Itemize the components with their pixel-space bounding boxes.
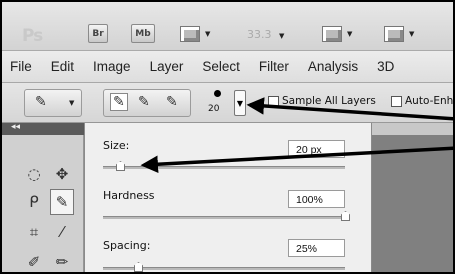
document-tab-strip xyxy=(372,123,453,135)
brush-tool-icon[interactable]: ✏ xyxy=(50,249,74,272)
size-field[interactable] xyxy=(288,140,345,158)
menu-3d[interactable]: 3D xyxy=(377,59,394,74)
photoshop-window: Ps Br Mb ▼ 33.3 ▼ ▼ ▼ File Edit Image La… xyxy=(0,0,455,274)
document-canvas-area[interactable] xyxy=(372,123,453,272)
menu-file[interactable]: File xyxy=(10,59,32,74)
subtract-from-selection-icon[interactable]: ✎ xyxy=(166,94,178,110)
quick-selection-tool-icon[interactable]: ✎ xyxy=(50,189,74,215)
add-to-selection-icon[interactable]: ✎ xyxy=(138,94,150,110)
brush-picker-panel: Size: Hardness Spacing: xyxy=(84,123,372,272)
size-label: Size: xyxy=(103,139,130,152)
tools-panel-header[interactable]: ◂◂ xyxy=(2,122,84,135)
brush-picker-button[interactable]: ▼ xyxy=(234,90,246,116)
chevron-down-icon: ▼ xyxy=(205,29,211,38)
tool-preset-picker[interactable]: ✎ ▼ xyxy=(24,89,82,117)
options-bar: ✎ ▼ ✎ ✎ ✎ xyxy=(2,83,453,123)
eyedropper-tool-icon[interactable]: ⁄ xyxy=(50,219,74,245)
hardness-slider-track[interactable] xyxy=(103,216,345,219)
spacing-label: Spacing: xyxy=(103,239,151,252)
brush-size-preview-value: 20 xyxy=(208,104,220,114)
sample-all-layers-checkbox[interactable] xyxy=(268,96,279,107)
spacing-field[interactable] xyxy=(288,239,345,257)
menu-analysis[interactable]: Analysis xyxy=(308,59,358,74)
chevron-down-icon: ▼ xyxy=(347,29,353,38)
marquee-tool-icon[interactable]: ◌ xyxy=(22,161,46,187)
auto-enhance-label: Auto-Enh xyxy=(405,95,454,107)
size-slider-thumb[interactable] xyxy=(116,161,125,171)
size-slider-track[interactable] xyxy=(103,166,345,169)
move-tool-icon[interactable]: ✥ xyxy=(50,161,74,187)
healing-brush-tool-icon[interactable]: ✐ xyxy=(22,249,46,272)
screen-mode-dropdown[interactable]: ▼ xyxy=(384,24,414,43)
extras-dropdown[interactable]: ▼ xyxy=(180,24,210,43)
auto-enhance-checkbox[interactable] xyxy=(391,96,402,107)
chevron-down-icon: ▼ xyxy=(69,99,75,107)
menu-layer[interactable]: Layer xyxy=(150,59,184,74)
screen-mode-icon xyxy=(384,25,404,42)
application-bar: Ps Br Mb ▼ 33.3 ▼ ▼ ▼ xyxy=(2,2,453,51)
hardness-slider-thumb[interactable] xyxy=(341,211,350,221)
lasso-tool-icon[interactable]: ᑭ xyxy=(22,189,46,215)
sample-all-layers-label: Sample All Layers xyxy=(282,95,376,107)
menu-filter[interactable]: Filter xyxy=(259,59,289,74)
collapse-panel-icon[interactable]: ◂◂ xyxy=(11,122,20,132)
menu-edit[interactable]: Edit xyxy=(51,59,74,74)
chevron-down-icon: ▼ xyxy=(279,32,285,40)
arrange-icon xyxy=(322,25,342,42)
new-selection-icon[interactable]: ✎ xyxy=(110,93,128,111)
mini-bridge-button[interactable]: Mb xyxy=(131,24,155,43)
crop-tool-icon[interactable]: ⌗ xyxy=(22,219,46,245)
menu-bar: File Edit Image Layer Select Filter Anal… xyxy=(2,51,453,83)
chevron-down-icon: ▼ xyxy=(409,29,415,38)
spacing-slider-thumb[interactable] xyxy=(134,262,143,272)
chevron-down-icon: ▼ xyxy=(236,98,244,108)
photoshop-logo: Ps xyxy=(22,26,43,46)
menu-image[interactable]: Image xyxy=(93,59,131,74)
hardness-field[interactable] xyxy=(288,190,345,208)
brush-tip-preview-icon[interactable] xyxy=(214,90,221,97)
zoom-level-field[interactable]: 33.3 ▼ xyxy=(247,28,284,41)
quick-selection-brush-icon: ✎ xyxy=(35,94,47,110)
zoom-level-value: 33.3 xyxy=(247,28,272,41)
tools-panel: ◌ ✥ ᑭ ✎ ⌗ ⁄ ✐ ✏ xyxy=(2,135,84,272)
extras-icon xyxy=(180,25,200,42)
arrange-documents-dropdown[interactable]: ▼ xyxy=(322,24,352,43)
hardness-label: Hardness xyxy=(103,189,155,202)
selection-mode-group: ✎ ✎ ✎ xyxy=(103,89,191,117)
menu-select[interactable]: Select xyxy=(202,59,240,74)
bridge-button[interactable]: Br xyxy=(88,24,108,43)
